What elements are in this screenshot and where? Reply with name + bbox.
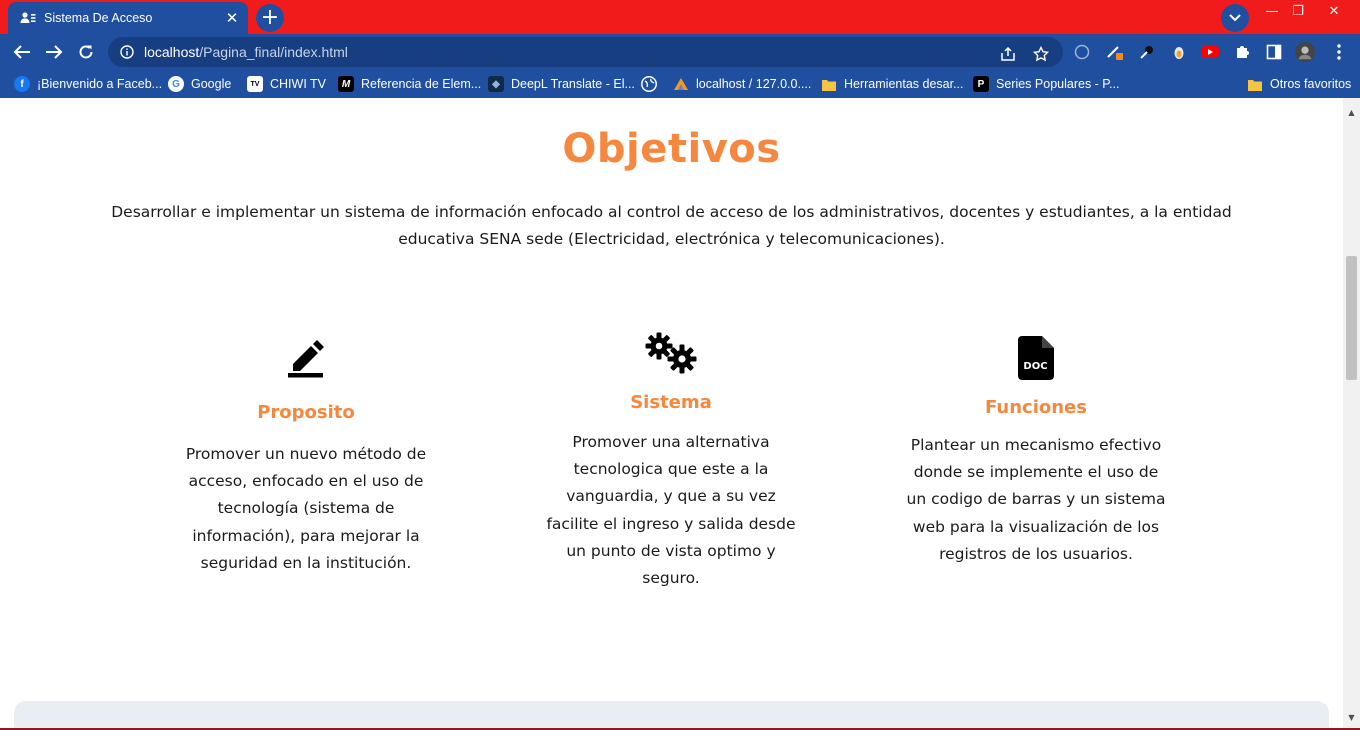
restore-button[interactable]: ❐ [1282, 0, 1314, 22]
facebook-icon: f [14, 76, 30, 92]
page-scrollbar[interactable]: ▲ ▼ [1343, 98, 1360, 730]
contacts-icon [20, 10, 36, 26]
browser-toolbar: localhost/Pagina_final/index.html [0, 34, 1360, 70]
tab-strip: Sistema De Acceso ✕ + — ❐ ✕ [0, 0, 1360, 34]
bookmark-label: Series Populares - P... [996, 77, 1120, 91]
bookmark-chiwi-tv[interactable]: TV CHIWI TV [247, 75, 326, 93]
google-icon: G [168, 76, 184, 92]
bookmark-deepl[interactable]: ◆ DeepL Translate - El... [488, 75, 635, 93]
next-section-panel [14, 701, 1329, 730]
close-window-button[interactable]: ✕ [1318, 0, 1350, 22]
bookmark-label: ¡Bienvenido a Faceb... [37, 77, 163, 91]
close-tab-icon[interactable]: ✕ [222, 8, 242, 28]
extension-circle-icon[interactable] [1072, 42, 1092, 62]
arrow-left-icon [13, 45, 30, 59]
bookmark-herramientas[interactable]: Herramientas desar... [821, 75, 964, 93]
back-button[interactable] [10, 40, 34, 64]
extensions-puzzle-icon[interactable] [1232, 42, 1252, 62]
url-text: localhost/Pagina_final/index.html [144, 44, 348, 60]
objective-card-sistema: Sistema Promover una alternativa tecnolo… [541, 332, 801, 592]
deepl-icon: ◆ [488, 76, 504, 92]
url-host: localhost [144, 44, 200, 60]
url-path: /Pagina_final/index.html [199, 44, 348, 60]
bookmark-referencia[interactable]: M Referencia de Elem... [338, 75, 481, 93]
bookmark-localhost[interactable]: localhost / 127.0.0.... [673, 75, 811, 93]
objective-card-proposito: Proposito Promover un nuevo método de ac… [176, 334, 436, 577]
forward-button[interactable] [42, 40, 66, 64]
card-title: Proposito [257, 402, 355, 423]
bookmarks-bar: f ¡Bienvenido a Faceb... G Google TV CHI… [0, 70, 1360, 98]
bookmark-globe[interactable] [641, 75, 664, 93]
phpmyadmin-icon [673, 76, 689, 92]
tv-icon: TV [247, 76, 263, 92]
bookmark-label: CHIWI TV [270, 77, 327, 91]
gears-icon [541, 332, 801, 374]
scrollbar-thumb[interactable] [1346, 256, 1357, 380]
folder-icon [1247, 76, 1263, 92]
menu-dots-icon[interactable] [1329, 42, 1349, 62]
card-title: Sistema [630, 392, 712, 413]
page-viewport: Objetivos Desarrollar e implementar un s… [0, 98, 1343, 730]
scroll-up-arrow-icon[interactable]: ▲ [1347, 108, 1356, 117]
side-panel-icon[interactable] [1264, 42, 1284, 62]
card-text: Promover una alternativa tecnologica que… [546, 433, 796, 588]
bookmark-series-populares[interactable]: P Series Populares - P... [973, 75, 1119, 93]
arrow-right-icon [46, 45, 63, 59]
bookmark-facebook[interactable]: f ¡Bienvenido a Faceb... [14, 75, 162, 93]
profile-avatar[interactable] [1295, 42, 1315, 62]
card-title: Funciones [985, 397, 1087, 418]
extension-pencil-icon[interactable] [1137, 42, 1157, 62]
address-bar[interactable]: localhost/Pagina_final/index.html [108, 37, 1063, 67]
bookmark-label: Otros favoritos [1270, 77, 1352, 91]
bookmark-star-icon[interactable] [1031, 44, 1051, 64]
reload-button[interactable] [74, 40, 98, 64]
folder-icon [821, 76, 837, 92]
globe-icon [641, 76, 657, 92]
bookmark-label: Herramientas desar... [844, 77, 964, 91]
scroll-down-arrow-icon[interactable]: ▼ [1347, 713, 1356, 722]
bookmark-label: localhost / 127.0.0.... [696, 77, 812, 91]
info-icon [120, 45, 134, 59]
page-title: Objetivos [562, 126, 781, 172]
p-icon: P [973, 76, 989, 92]
doc-icon-label: DOC [1023, 361, 1047, 372]
bookmark-label: DeepL Translate - El... [511, 77, 635, 91]
objective-card-funciones: DOC Funciones Plantear un mecanismo efec… [906, 336, 1166, 568]
tab-title: Sistema De Acceso [44, 11, 153, 25]
card-text: Promover un nuevo método de acceso, enfo… [185, 445, 427, 572]
bookmark-label: Google [191, 77, 232, 91]
extension-pen-icon[interactable] [1105, 42, 1125, 62]
share-icon[interactable] [998, 44, 1018, 64]
chevron-down-icon [1229, 14, 1241, 22]
mdn-icon: M [338, 76, 354, 92]
tab-sistema-de-acceso[interactable]: Sistema De Acceso ✕ [8, 2, 248, 34]
edit-pen-icon [176, 334, 436, 380]
new-tab-button[interactable]: + [256, 4, 284, 32]
objectives-description: Desarrollar e implementar un sistema de … [111, 203, 1232, 248]
youtube-extension-icon[interactable] [1200, 42, 1220, 62]
bookmark-otros-favoritos[interactable]: Otros favoritos [1247, 75, 1351, 93]
tab-search-button[interactable] [1221, 4, 1249, 32]
bookmark-label: Referencia de Elem... [361, 77, 482, 91]
reload-icon [79, 45, 93, 59]
bookmark-google[interactable]: G Google [168, 75, 231, 93]
card-text: Plantear un mecanismo efectivo donde se … [906, 436, 1166, 563]
extension-drop-icon[interactable] [1169, 42, 1189, 62]
doc-file-icon: DOC [906, 336, 1166, 380]
